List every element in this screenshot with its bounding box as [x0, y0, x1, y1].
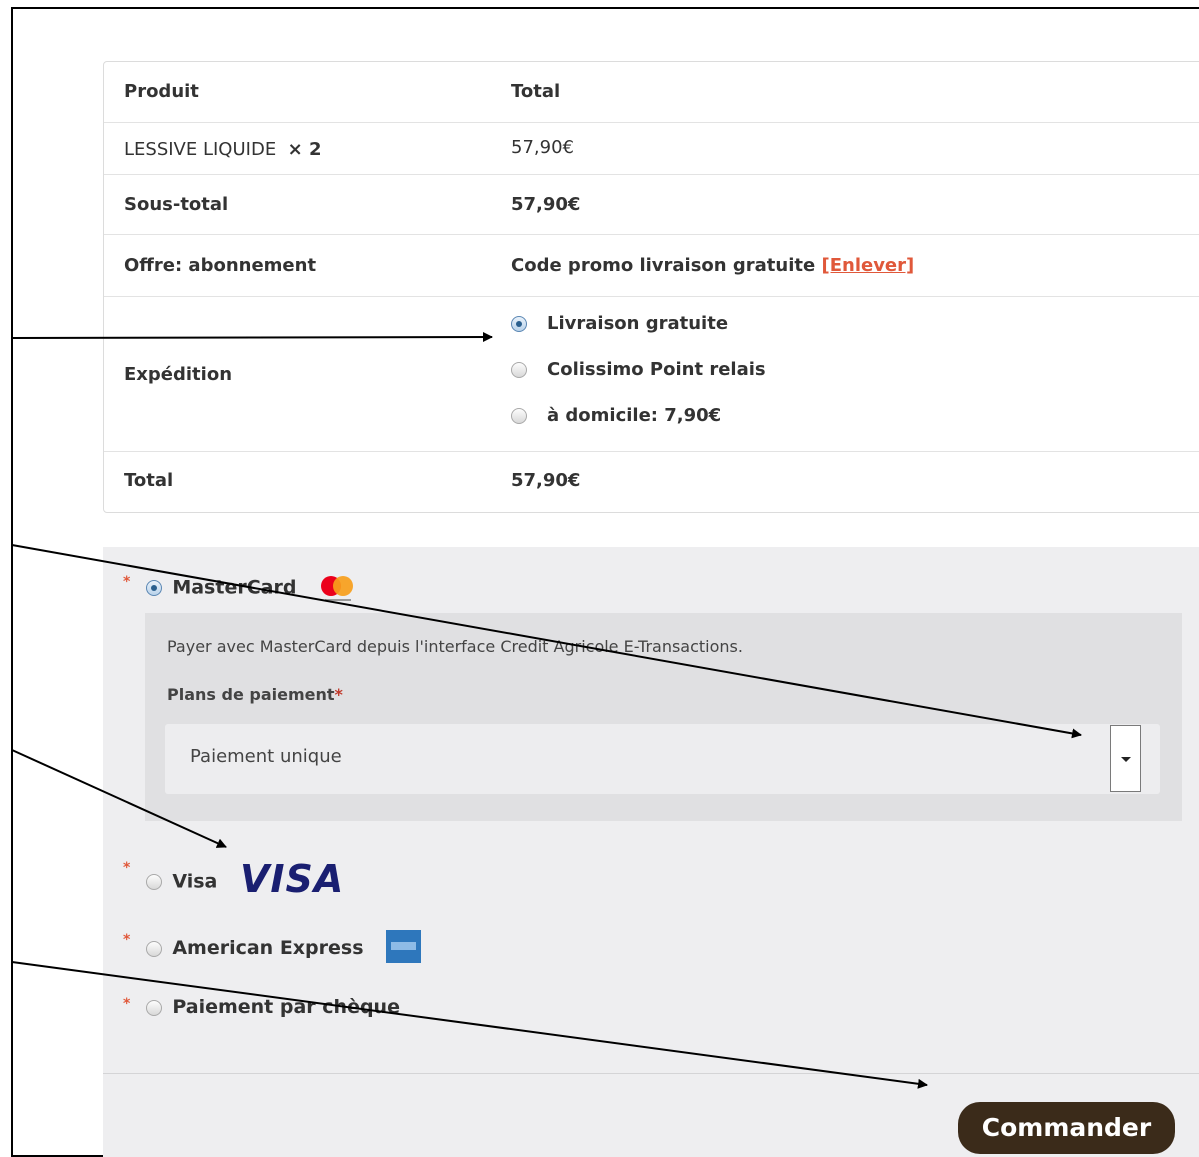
payment-method-label: American Express	[172, 937, 364, 959]
total-label: Total	[124, 470, 174, 491]
product-price: 57,90€	[511, 137, 574, 158]
subtotal-label: Sous-total	[124, 194, 229, 215]
visa-logo: VISA	[239, 857, 345, 901]
shipping-option-label: à domicile: 7,90€	[547, 405, 722, 426]
payment-plan-selected-value: Paiement unique	[190, 746, 342, 767]
payment-method-label: Visa	[172, 870, 218, 893]
payment-method-cheque[interactable]: * Paiement par chèque	[123, 996, 400, 1018]
offer-value: Code promo livraison gratuite [Enlever]	[511, 255, 914, 276]
radio-button[interactable]	[511, 408, 527, 424]
dropdown-arrow-icon[interactable]	[1110, 725, 1141, 792]
shipping-row: Expédition Livraison gratuite Colissimo …	[104, 297, 1199, 452]
mastercard-details-box: Payer avec MasterCard depuis l'interface…	[145, 613, 1182, 821]
header-total: Total	[511, 81, 561, 102]
shipping-option-free[interactable]: Livraison gratuite	[511, 313, 728, 334]
total-row: Total 57,90€	[104, 452, 1199, 512]
table-row: LESSIVE LIQUIDE × 2 57,90€	[104, 123, 1199, 175]
place-order-button[interactable]: Commander	[958, 1102, 1175, 1154]
required-marker: *	[123, 932, 131, 948]
payment-plans-label-text: Plans de paiement	[167, 685, 335, 704]
shipping-option-relay[interactable]: Colissimo Point relais	[511, 359, 766, 380]
product-name-text: LESSIVE LIQUIDE	[124, 139, 277, 160]
header-product: Produit	[124, 81, 199, 102]
radio-button-selected[interactable]	[146, 580, 163, 596]
radio-button[interactable]	[511, 362, 527, 378]
product-name: LESSIVE LIQUIDE × 2	[124, 139, 322, 160]
radio-button[interactable]	[146, 874, 163, 890]
payment-method-amex[interactable]: * American Express	[123, 930, 422, 965]
shipping-label: Expédition	[124, 364, 233, 385]
required-marker: *	[123, 574, 131, 590]
table-header-row: Produit Total	[104, 62, 1199, 123]
product-quantity: × 2	[287, 139, 322, 160]
required-marker: *	[334, 685, 343, 704]
radio-button-selected[interactable]	[511, 316, 527, 332]
payment-method-mastercard[interactable]: * MasterCard	[123, 574, 357, 602]
divider	[103, 1073, 1199, 1074]
offer-label: Offre: abonnement	[124, 255, 317, 276]
amex-icon	[386, 930, 422, 963]
radio-button[interactable]	[146, 940, 163, 957]
payment-plan-select[interactable]: Paiement unique	[165, 724, 1160, 794]
total-value: 57,90€	[511, 470, 581, 491]
offer-row: Offre: abonnement Code promo livraison g…	[104, 235, 1199, 297]
shipping-option-label: Livraison gratuite	[547, 313, 729, 334]
payment-plans-label: Plans de paiement*	[167, 685, 343, 704]
radio-button[interactable]	[146, 999, 163, 1016]
subtotal-value: 57,90€	[511, 194, 581, 215]
order-review-table: Produit Total LESSIVE LIQUIDE × 2 57,90€…	[103, 61, 1199, 513]
payment-description: Payer avec MasterCard depuis l'interface…	[167, 637, 743, 656]
payment-method-label: Paiement par chèque	[172, 996, 400, 1018]
subtotal-row: Sous-total 57,90€	[104, 175, 1199, 235]
mastercard-icon	[319, 574, 357, 602]
payment-methods: * MasterCard Payer avec MasterCard depuis…	[103, 547, 1199, 1157]
shipping-option-label: Colissimo Point relais	[547, 359, 766, 380]
payment-method-visa[interactable]: * Visa VISA	[123, 857, 345, 904]
promo-code-text: Code promo livraison gratuite	[511, 255, 816, 276]
required-marker: *	[123, 860, 131, 876]
shipping-option-home[interactable]: à domicile: 7,90€	[511, 405, 721, 426]
remove-coupon-link[interactable]: [Enlever]	[821, 255, 914, 276]
payment-method-label: MasterCard	[172, 576, 297, 599]
required-marker: *	[123, 996, 131, 1012]
